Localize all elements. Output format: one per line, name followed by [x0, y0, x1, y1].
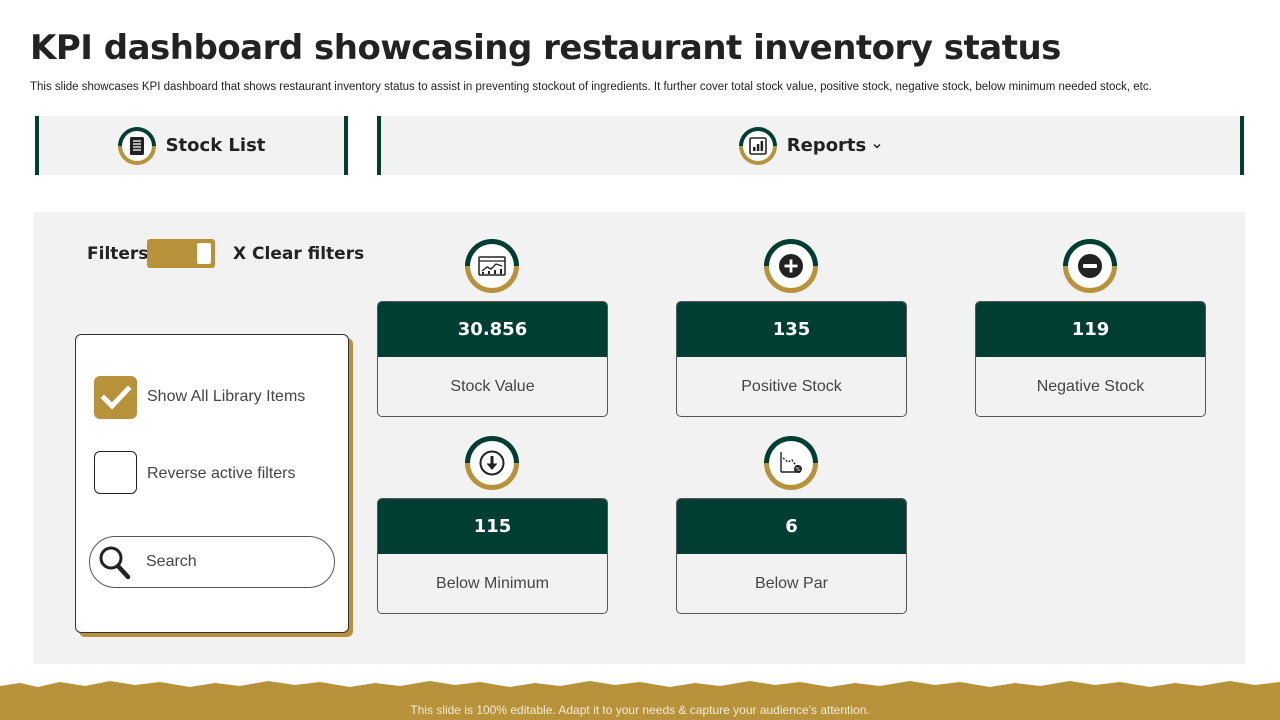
search-input[interactable]: [146, 550, 316, 574]
document-list-icon: [129, 136, 144, 155]
toggle-knob: [197, 243, 211, 264]
kpi-value: 119: [976, 302, 1205, 357]
negative-stock-icon-ring: [1063, 239, 1117, 293]
reverse-filters-checkbox[interactable]: [94, 451, 137, 494]
kpi-label: Positive Stock: [741, 378, 842, 395]
minus-circle-icon: [1078, 254, 1102, 278]
search-icon: [99, 546, 131, 580]
svg-text:%: %: [795, 467, 800, 473]
kpi-label: Below Par: [755, 575, 828, 592]
kpi-value: 115: [378, 499, 607, 554]
filters-toggle[interactable]: [147, 239, 215, 268]
kpi-card-below-minimum: 115 Below Minimum: [377, 498, 608, 614]
kpi-value: 6: [677, 499, 906, 554]
kpi-label: Below Minimum: [436, 575, 549, 592]
stock-list-label: Stock List: [165, 135, 266, 156]
clear-filters-button[interactable]: X Clear filters: [233, 244, 364, 264]
below-par-icon-ring: %: [764, 436, 818, 490]
filters-label: Filters: [87, 244, 149, 264]
stock-value-icon-ring: [465, 239, 519, 293]
report-chart-icon: [748, 136, 767, 155]
show-all-checkbox[interactable]: [94, 376, 137, 419]
reverse-filters-label: Reverse active filters: [147, 465, 296, 482]
reports-dropdown[interactable]: Reports: [377, 116, 1244, 175]
kpi-label: Negative Stock: [1036, 378, 1145, 395]
stock-list-tab[interactable]: Stock List: [35, 116, 348, 175]
declining-chart-icon: %: [780, 452, 802, 473]
reports-label: Reports: [786, 135, 867, 156]
kpi-card-stock-value: 30.856 Stock Value: [377, 301, 608, 417]
positive-stock-icon-ring: [764, 239, 818, 293]
kpi-card-negative-stock: 119 Negative Stock: [975, 301, 1206, 417]
reports-icon-ring: [738, 126, 777, 165]
show-all-label: Show All Library Items: [147, 388, 306, 405]
stock-chart-icon: [478, 256, 506, 276]
checkmark-icon: [99, 384, 132, 410]
page-title: KPI dashboard showcasing restaurant inve…: [30, 28, 1061, 68]
kpi-value: 135: [677, 302, 906, 357]
kpi-label: Stock Value: [450, 378, 535, 395]
footer-text: This slide is 100% editable. Adapt it to…: [410, 703, 870, 717]
kpi-card-positive-stock: 135 Positive Stock: [676, 301, 907, 417]
kpi-value: 30.856: [378, 302, 607, 357]
page-subtitle: This slide showcases KPI dashboard that …: [30, 81, 1152, 93]
plus-circle-icon: [779, 254, 803, 278]
down-arrow-circle-icon: [479, 450, 505, 476]
stock-list-icon-ring: [117, 126, 156, 165]
chevron-down-icon: [873, 143, 881, 149]
kpi-card-below-par: 6 Below Par: [676, 498, 907, 614]
below-minimum-icon-ring: [465, 436, 519, 490]
